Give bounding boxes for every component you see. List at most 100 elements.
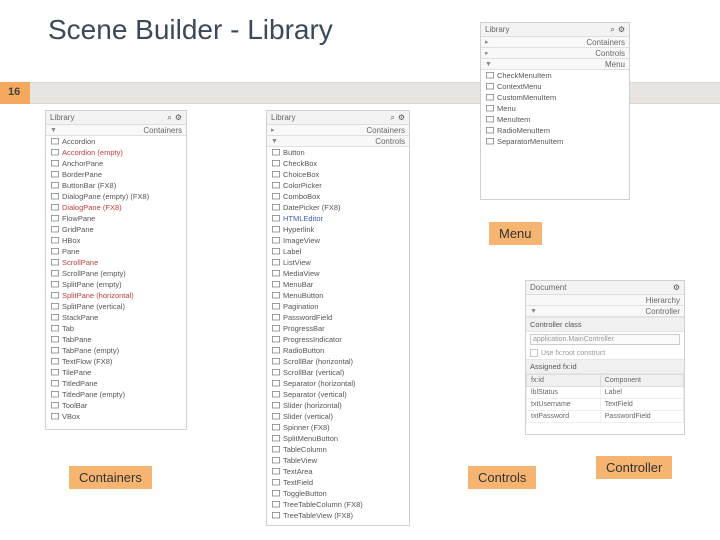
library-item[interactable]: ButtonBar (FX8) <box>46 180 186 191</box>
item-icon <box>485 138 494 146</box>
library-item[interactable]: TreeTableView (FX8) <box>267 510 409 521</box>
search-icon[interactable]: ⌕ <box>610 25 614 35</box>
library-item[interactable]: CheckMenuItem <box>481 70 629 81</box>
item-icon <box>50 314 59 322</box>
library-item[interactable]: ListView <box>267 257 409 268</box>
search-icon[interactable]: ⌕ <box>390 113 394 123</box>
library-item[interactable]: TitledPane <box>46 378 186 389</box>
library-item[interactable]: Accordion <box>46 136 186 147</box>
library-item[interactable]: ComboBox <box>267 191 409 202</box>
library-item[interactable]: DialogPane (FX8) <box>46 202 186 213</box>
fxroot-checkbox[interactable]: Use fx:root construct <box>526 347 684 359</box>
item-label: TitledPane (empty) <box>62 390 125 399</box>
library-item[interactable]: HBox <box>46 235 186 246</box>
library-item[interactable]: PasswordField <box>267 312 409 323</box>
library-item[interactable]: ContextMenu <box>481 81 629 92</box>
library-item[interactable]: ColorPicker <box>267 180 409 191</box>
library-item[interactable]: FlowPane <box>46 213 186 224</box>
controller-class-input[interactable]: application.MainController <box>530 334 680 345</box>
library-item[interactable]: Label <box>267 246 409 257</box>
section-header[interactable]: ▼Containers <box>46 125 186 136</box>
library-item[interactable]: DialogPane (empty) (FX8) <box>46 191 186 202</box>
library-item[interactable]: DatePicker (FX8) <box>267 202 409 213</box>
library-item[interactable]: Pane <box>46 246 186 257</box>
library-item[interactable]: MenuButton <box>267 290 409 301</box>
library-item[interactable]: ScrollPane (empty) <box>46 268 186 279</box>
library-item[interactable]: ChoiceBox <box>267 169 409 180</box>
library-item[interactable]: SplitPane (vertical) <box>46 301 186 312</box>
library-item[interactable]: MenuItem <box>481 114 629 125</box>
library-item[interactable]: TextFlow (FX8) <box>46 356 186 367</box>
library-item[interactable]: Menu <box>481 103 629 114</box>
search-icon[interactable]: ⌕ <box>167 113 171 123</box>
gear-icon[interactable]: ⚙ <box>175 113 182 123</box>
gear-icon[interactable]: ⚙ <box>398 113 405 123</box>
library-item[interactable]: ImageView <box>267 235 409 246</box>
table-header-component: Component <box>600 375 683 387</box>
library-item[interactable]: Pagination <box>267 301 409 312</box>
library-item[interactable]: AnchorPane <box>46 158 186 169</box>
tab-controller[interactable]: ▼Controller <box>526 306 684 317</box>
item-icon <box>271 435 280 443</box>
library-item[interactable]: TableView <box>267 455 409 466</box>
library-item[interactable]: ToolBar <box>46 400 186 411</box>
library-item[interactable]: Spinner (FX8) <box>267 422 409 433</box>
item-label: ColorPicker <box>283 181 322 190</box>
library-item[interactable]: TextField <box>267 477 409 488</box>
library-item[interactable]: StackPane <box>46 312 186 323</box>
item-icon <box>271 215 280 223</box>
library-item[interactable]: SplitMenuButton <box>267 433 409 444</box>
library-item[interactable]: MediaView <box>267 268 409 279</box>
library-item[interactable]: TilePane <box>46 367 186 378</box>
library-item[interactable]: BorderPane <box>46 169 186 180</box>
library-item[interactable]: Slider (horizontal) <box>267 400 409 411</box>
library-item[interactable]: CustomMenuItem <box>481 92 629 103</box>
table-row[interactable]: txtPasswordPasswordField <box>527 411 684 423</box>
library-item[interactable]: MenuBar <box>267 279 409 290</box>
library-item[interactable]: Slider (vertical) <box>267 411 409 422</box>
library-item[interactable]: ProgressBar <box>267 323 409 334</box>
section-header[interactable]: ▸Containers <box>481 37 629 48</box>
library-item[interactable]: VBox <box>46 411 186 422</box>
item-label: SplitPane (empty) <box>62 280 122 289</box>
library-item[interactable]: TitledPane (empty) <box>46 389 186 400</box>
gear-icon[interactable]: ⚙ <box>618 25 625 35</box>
library-item[interactable]: ProgressIndicator <box>267 334 409 345</box>
section-header[interactable]: ▼Controls <box>267 136 409 147</box>
panel-title: Library <box>271 113 295 122</box>
library-item[interactable]: GridPane <box>46 224 186 235</box>
library-item[interactable]: TabPane (empty) <box>46 345 186 356</box>
table-row[interactable]: txtUsernameTextField <box>527 399 684 411</box>
item-label: Separator (vertical) <box>283 390 347 399</box>
library-item[interactable]: Tab <box>46 323 186 334</box>
library-item[interactable]: CheckBox <box>267 158 409 169</box>
library-item[interactable]: RadioButton <box>267 345 409 356</box>
library-item[interactable]: Separator (horizontal) <box>267 378 409 389</box>
library-item[interactable]: TreeTableColumn (FX8) <box>267 499 409 510</box>
library-item[interactable]: HTMLEditor <box>267 213 409 224</box>
library-item[interactable]: SeparatorMenuItem <box>481 136 629 147</box>
table-row[interactable]: lblStatusLabel <box>527 387 684 399</box>
caption-controls: Controls <box>468 466 536 489</box>
library-item[interactable]: ScrollPane <box>46 257 186 268</box>
library-item[interactable]: Separator (vertical) <box>267 389 409 400</box>
gear-icon[interactable]: ⚙ <box>673 283 680 292</box>
library-item[interactable]: SplitPane (horizontal) <box>46 290 186 301</box>
item-icon <box>485 72 494 80</box>
library-item[interactable]: Button <box>267 147 409 158</box>
tab-hierarchy[interactable]: Hierarchy <box>526 295 684 306</box>
library-item[interactable]: TabPane <box>46 334 186 345</box>
section-header[interactable]: ▸Containers <box>267 125 409 136</box>
library-item[interactable]: Accordion (empty) <box>46 147 186 158</box>
library-item[interactable]: RadioMenuItem <box>481 125 629 136</box>
section-header[interactable]: ▼Menu <box>481 59 629 70</box>
library-item[interactable]: SplitPane (empty) <box>46 279 186 290</box>
library-item[interactable]: TextArea <box>267 466 409 477</box>
library-item[interactable]: ScrollBar (horizontal) <box>267 356 409 367</box>
section-header[interactable]: ▸Controls <box>481 48 629 59</box>
library-item[interactable]: ToggleButton <box>267 488 409 499</box>
library-item[interactable]: TableColumn <box>267 444 409 455</box>
assigned-fxid-label: Assigned fx:id <box>526 359 684 374</box>
library-item[interactable]: ScrollBar (vertical) <box>267 367 409 378</box>
library-item[interactable]: Hyperlink <box>267 224 409 235</box>
